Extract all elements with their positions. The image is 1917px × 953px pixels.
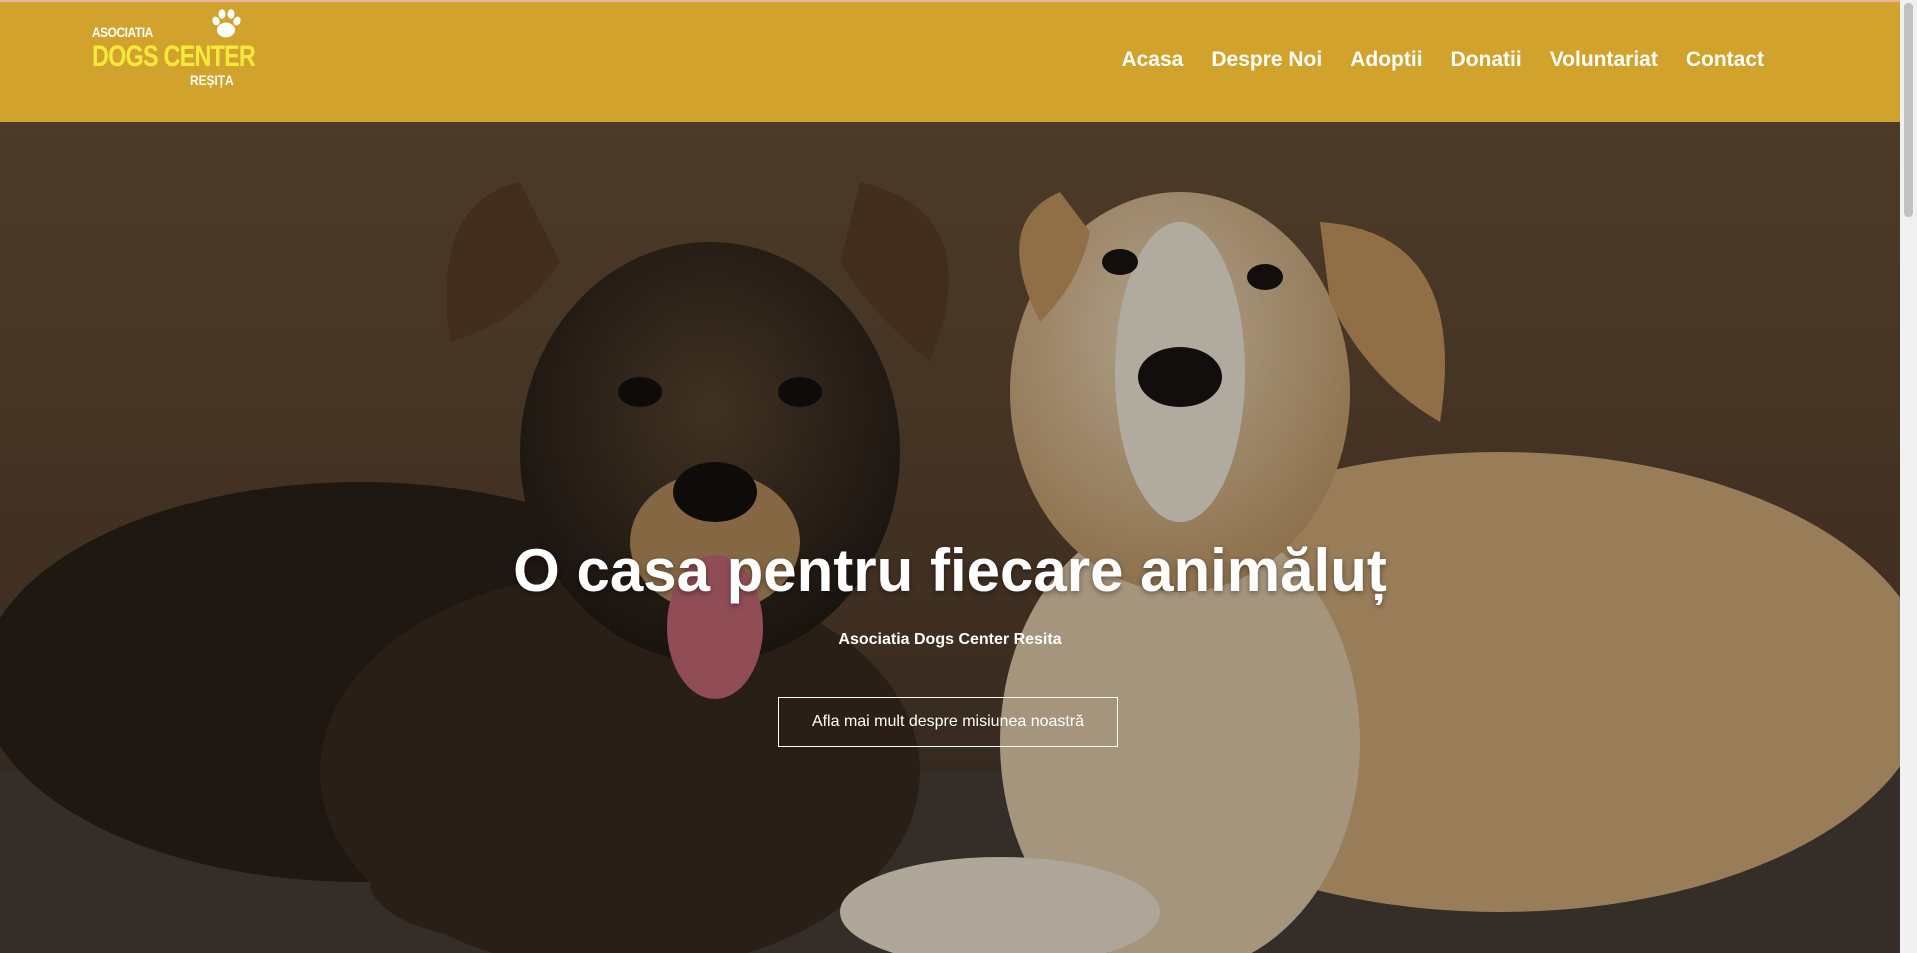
nav-item-donatii[interactable]: Donatii [1451, 48, 1522, 72]
logo-line-3: REȘIȚA [190, 72, 234, 88]
nav-item-adoptii[interactable]: Adoptii [1350, 48, 1422, 72]
hero-subtitle: Asociatia Dogs Center Resita [838, 631, 1062, 648]
main-nav: Acasa Despre Noi Adoptii Donatii Volunta… [1093, 48, 1764, 72]
site-header: ASOCIATIA DOGS CENTER REȘIȚA Acasa Despr… [0, 2, 1900, 122]
nav-item-voluntariat[interactable]: Voluntariat [1550, 48, 1658, 72]
nav-item-contact[interactable]: Contact [1686, 48, 1764, 72]
nav-item-despre-noi[interactable]: Despre Noi [1211, 48, 1322, 72]
scrollbar-thumb[interactable] [1904, 3, 1913, 217]
logo-line-1: ASOCIATIA [92, 24, 153, 40]
paw-icon [212, 9, 241, 38]
hero-section: O casa pentru fiecare animăluț Asociatia… [0, 122, 1900, 953]
page: ASOCIATIA DOGS CENTER REȘIȚA Acasa Despr… [0, 0, 1917, 953]
hero-title: O casa pentru fiecare animăluț [513, 537, 1387, 604]
mission-button[interactable]: Afla mai mult despre misiunea noastră [778, 697, 1118, 747]
logo-line-2: DOGS CENTER [92, 40, 256, 73]
nav-item-acasa[interactable]: Acasa [1121, 48, 1183, 72]
site-logo[interactable]: ASOCIATIA DOGS CENTER REȘIȚA [90, 6, 256, 94]
scrollbar[interactable] [1900, 0, 1917, 953]
